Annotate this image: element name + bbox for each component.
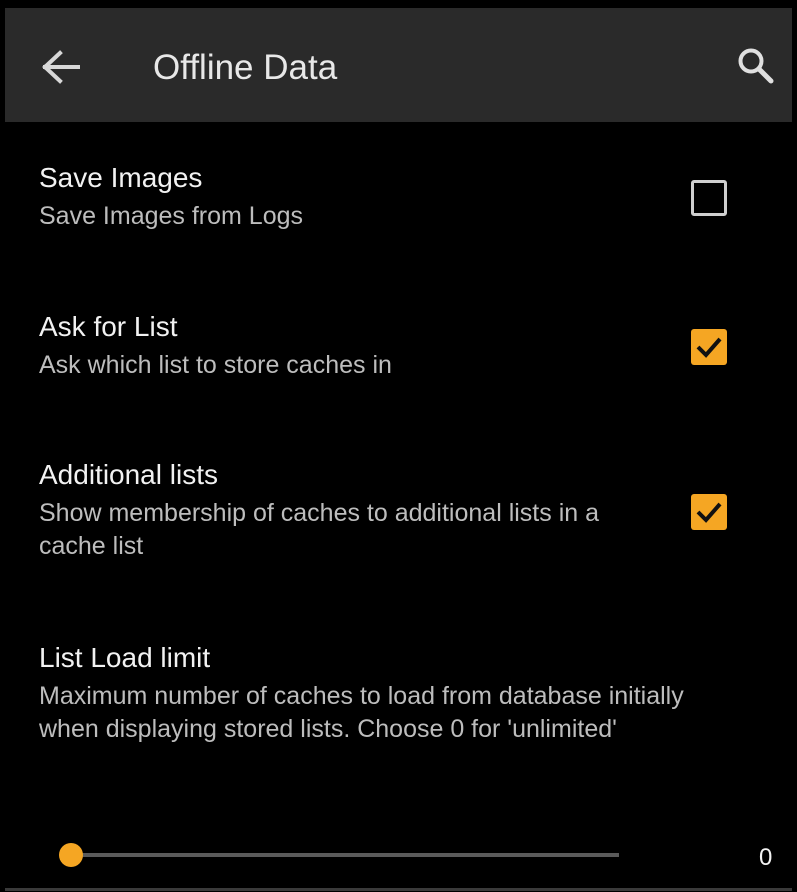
pref-additional-lists[interactable]: Additional lists Show membership of cach… <box>39 458 679 563</box>
save-images-checkbox[interactable] <box>691 180 727 216</box>
additional-lists-checkbox[interactable] <box>691 494 727 530</box>
pref-title: Ask for List <box>39 311 178 342</box>
settings-screen: Offline Data Save Images Save Images fro… <box>5 8 792 892</box>
slider-thumb[interactable] <box>59 843 83 867</box>
pref-title: Additional lists <box>39 459 218 490</box>
search-icon <box>736 46 776 91</box>
pref-save-images[interactable]: Save Images Save Images from Logs <box>39 161 679 233</box>
pref-title: Save Images <box>39 162 203 193</box>
pref-summary: Save Images from Logs <box>39 202 304 230</box>
load-limit-value: 0 <box>759 844 773 871</box>
pref-ask-for-list[interactable]: Ask for List Ask which list to store cac… <box>39 310 679 382</box>
pref-summary: Show membership of caches to additional … <box>39 499 600 560</box>
search-button[interactable] <box>732 44 780 92</box>
pref-summary: Ask which list to store caches in <box>39 351 392 379</box>
back-button[interactable] <box>37 44 87 94</box>
arrow-left-icon <box>42 49 82 89</box>
page-title: Offline Data <box>153 48 338 87</box>
pref-summary: Maximum number of caches to load from da… <box>39 682 684 743</box>
pref-list-load-limit[interactable]: List Load limit Maximum number of caches… <box>39 641 729 746</box>
load-limit-slider[interactable] <box>57 840 629 870</box>
app-bar: Offline Data <box>5 8 792 122</box>
slider-track <box>71 853 619 857</box>
divider <box>5 888 792 891</box>
ask-for-list-checkbox[interactable] <box>691 329 727 365</box>
pref-title: List Load limit <box>39 642 211 673</box>
